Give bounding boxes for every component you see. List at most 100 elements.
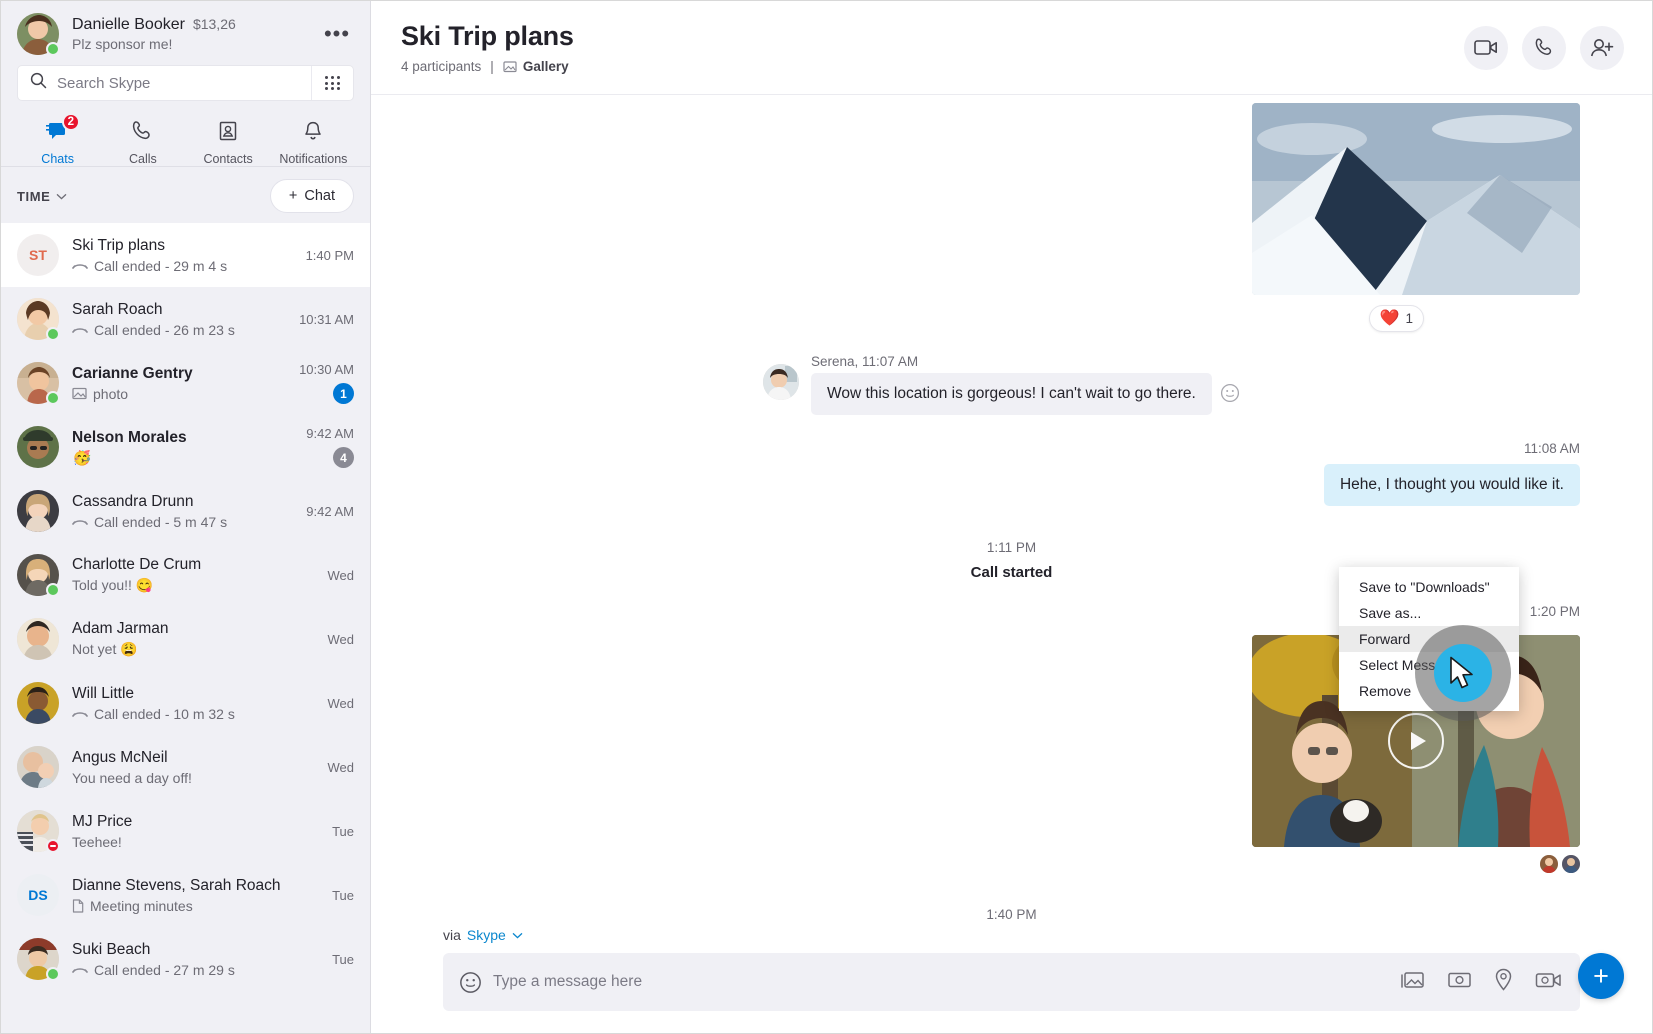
reaction-count: 1 (1405, 311, 1413, 326)
context-menu-item-save-as[interactable]: Save as... (1339, 600, 1519, 626)
chat-time: Wed (327, 631, 355, 647)
message-composer[interactable] (443, 953, 1580, 1011)
gallery-icon (503, 60, 517, 72)
profile-name: Danielle Booker (72, 16, 185, 33)
chat-name: Will Little (72, 684, 135, 702)
context-menu-item-remove[interactable]: Remove (1339, 678, 1519, 704)
unread-badge: 1 (333, 383, 354, 404)
avatar (17, 682, 59, 724)
profile-row[interactable]: Danielle Booker $13,26 Plz sponsor me! •… (1, 1, 370, 63)
via-selector[interactable]: via Skype (443, 927, 1580, 943)
new-action-fab[interactable]: + (1578, 953, 1624, 999)
chat-list-item-will-little[interactable]: Will Little Call ended - 10 m 32 s Wed (1, 671, 370, 735)
video-call-button[interactable] (1464, 25, 1508, 70)
context-menu-item-forward[interactable]: Forward (1339, 626, 1519, 652)
unread-badge: 4 (333, 447, 354, 468)
new-chat-button[interactable]: + Chat (269, 179, 354, 213)
tab-calls-label: Calls (128, 152, 157, 166)
reaction-heart[interactable]: ❤️ 1 (1368, 305, 1424, 332)
avatar (17, 362, 60, 405)
play-button[interactable] (1388, 713, 1444, 769)
presence-indicator-online (46, 967, 60, 981)
chat-preview-row: photo (72, 386, 291, 402)
chat-preview-row: Call ended - 27 m 29 s (72, 962, 324, 978)
avatar[interactable] (17, 13, 60, 56)
context-menu[interactable]: Save to "Downloads" Save as... Forward S… (1339, 567, 1519, 711)
chat-list-item-angus-mcneil[interactable]: Angus McNeil You need a day off! Wed (1, 735, 370, 799)
group-initials: DS (17, 874, 59, 916)
send-video-message-button[interactable] (1535, 970, 1562, 995)
tab-contacts-label: Contacts (203, 152, 253, 166)
participants-count[interactable]: 4 participants (401, 59, 481, 74)
chat-name: Carianne Gentry (72, 364, 193, 382)
reaction-row: ❤️ 1 (371, 295, 1652, 332)
dialpad-button[interactable] (311, 66, 353, 100)
tab-calls[interactable]: Calls (100, 117, 185, 166)
chats-unread-badge: 2 (61, 113, 81, 131)
skype-window: Danielle Booker $13,26 Plz sponsor me! •… (0, 0, 1653, 1034)
chat-list-item-nelson-morales[interactable]: Nelson Morales 🥳 9:42 AM 4 (1, 415, 370, 479)
gallery-link[interactable]: Gallery (503, 59, 569, 74)
chat-list-item-ski-trip-plans[interactable]: ST Ski Trip plans Call ended - 29 m 4 s … (1, 223, 370, 287)
chat-list-item-charlotte-de-crum[interactable]: Charlotte De Crum Told you!! 😋 Wed (1, 543, 370, 607)
via-prefix: via (443, 927, 461, 943)
group-initials: ST (17, 234, 59, 276)
message-photo[interactable] (371, 103, 1652, 295)
chat-name: Adam Jarman (72, 620, 169, 637)
tab-chats[interactable]: 2 Chats (15, 113, 100, 166)
search-box[interactable] (17, 65, 354, 101)
chat-preview-text: Call ended - 27 m 29 s (94, 961, 235, 978)
via-service[interactable]: Skype (467, 927, 506, 943)
chat-name: Sarah Roach (72, 300, 163, 318)
chat-preview-row: Teehee! (72, 834, 324, 850)
chat-list-item-suki-beach[interactable]: Suki Beach Call ended - 27 m 29 s Tue (1, 927, 370, 991)
call-ended-marker: 1:40 PM Call ended 29min 4s (371, 907, 1652, 927)
smiley-icon (459, 971, 481, 993)
photo-attachment[interactable] (1252, 103, 1580, 295)
presence-indicator-online (46, 42, 60, 56)
avatar[interactable] (763, 364, 799, 400)
send-money-button[interactable] (1447, 969, 1472, 996)
send-location-button[interactable] (1494, 968, 1513, 996)
chat-list-item-cassandra-drunn[interactable]: Cassandra Drunn Call ended - 5 m 47 s 9:… (1, 479, 370, 543)
chat-list-item-adam-jarman[interactable]: Adam Jarman Not yet 😩 Wed (1, 607, 370, 671)
audio-call-button[interactable] (1522, 25, 1566, 70)
chat-name: Angus McNeil (72, 748, 168, 766)
chat-preview-text: Call ended - 5 m 47 s (94, 513, 228, 530)
chat-list-item-dianne-stevens-sarah-roach[interactable]: DS Dianne Stevens, Sarah Roach Meeting m… (1, 863, 370, 927)
message-input[interactable] (487, 973, 1400, 991)
context-menu-item-select-messages[interactable]: Select Messages (1339, 652, 1519, 678)
profile-text: Danielle Booker $13,26 Plz sponsor me! (72, 16, 320, 52)
chevron-down-icon (512, 932, 523, 938)
chat-list-item-mj-price[interactable]: MJ Price Teehee! Tue (1, 799, 370, 863)
chat-time: 9:42 AM (306, 426, 354, 441)
tab-notifications[interactable]: Notifications (271, 117, 356, 166)
chat-time: Wed (327, 759, 355, 775)
send-photo-button[interactable] (1400, 969, 1425, 996)
add-people-button[interactable] (1580, 25, 1624, 70)
chat-list-item-sarah-roach[interactable]: Sarah Roach Call ended - 26 m 23 s 10:31… (1, 287, 370, 351)
message-list[interactable]: ❤️ 1 Serena, 11:07 AM Wow this location … (371, 95, 1652, 927)
add-reaction-button[interactable] (1220, 383, 1242, 405)
chat-list[interactable]: ST Ski Trip plans Call ended - 29 m 4 s … (1, 223, 370, 1033)
emoji-picker-button[interactable] (453, 965, 487, 999)
avatar (1562, 855, 1580, 873)
tab-contacts[interactable]: Contacts (186, 117, 271, 166)
contact-avatar-image (17, 682, 59, 724)
contact-avatar-image (17, 426, 59, 468)
chat-list-item-carianne-gentry[interactable]: Carianne Gentry photo 10:30 AM 1 (1, 351, 370, 415)
chat-preview-text: Call ended - 10 m 32 s (94, 705, 235, 722)
sort-by-time-button[interactable]: TIME (17, 189, 67, 204)
context-menu-item-save-to-downloads[interactable]: Save to "Downloads" (1339, 574, 1519, 600)
profile-more-button[interactable]: ••• (320, 17, 354, 51)
new-chat-label: Chat (304, 188, 335, 204)
location-icon (1495, 968, 1512, 991)
chat-preview-text: 🥳 (72, 449, 92, 466)
search-row (1, 63, 370, 111)
presence-indicator-online (46, 327, 60, 341)
heart-icon: ❤️ (1379, 309, 1400, 327)
sort-label: TIME (17, 188, 51, 204)
play-icon (1410, 732, 1426, 750)
chat-time: 9:42 AM (306, 503, 354, 519)
search-input[interactable] (57, 74, 311, 92)
